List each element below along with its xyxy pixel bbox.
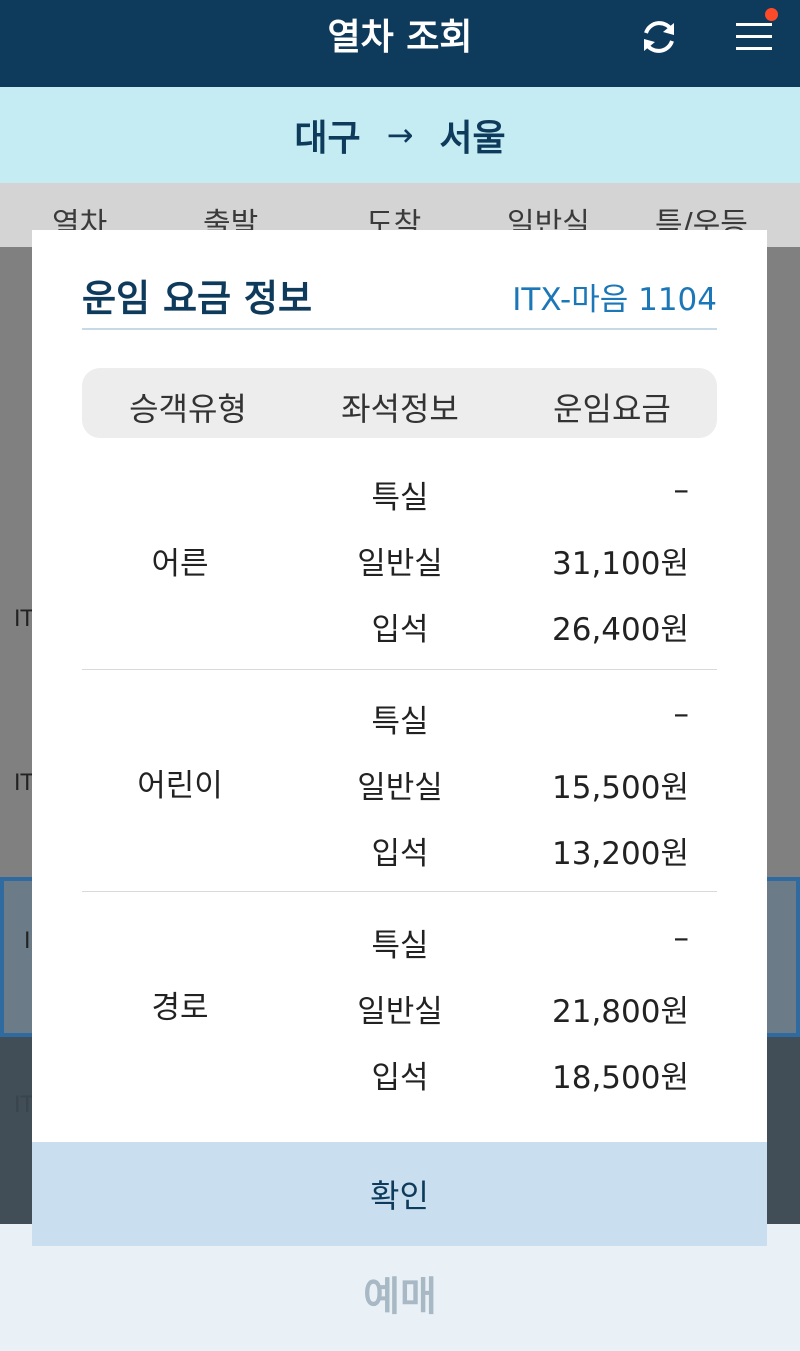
seat-class: 일반실: [357, 994, 443, 1030]
seat-class: 일반실: [357, 770, 443, 806]
confirm-button[interactable]: 확인: [32, 1142, 767, 1246]
divider: [82, 328, 717, 330]
fare-value: –: [673, 696, 690, 732]
refresh-icon[interactable]: [636, 14, 682, 60]
fare-value: –: [673, 472, 690, 508]
passenger-type: 어린이: [137, 768, 223, 804]
seat-class: 특실: [371, 480, 429, 516]
seat-class: 입석: [371, 612, 429, 648]
fare-table-header: 승객유형 좌석정보 운임요금: [82, 368, 717, 438]
route-to: 서울: [439, 118, 506, 159]
seat-class: 입석: [371, 1060, 429, 1096]
seat-class: 입석: [371, 836, 429, 872]
train-name: IT: [14, 607, 34, 632]
passenger-type: 어른: [151, 546, 209, 582]
fare-value: 31,100원: [552, 546, 689, 582]
notification-dot: [765, 8, 778, 21]
fare-value: 21,800원: [552, 994, 689, 1030]
passenger-type: 경로: [151, 990, 209, 1026]
fare-value: 15,500원: [552, 770, 689, 806]
app-header: 열차 조회: [0, 0, 800, 87]
fare-value: 18,500원: [552, 1060, 689, 1096]
arrow-right-icon: →: [386, 116, 414, 154]
train-name: IT: [14, 1093, 34, 1118]
seat-class: 특실: [371, 928, 429, 964]
route-bar: 대구 → 서울: [0, 87, 800, 183]
fare-group-child: 어린이 특실 – 일반실 15,500원 입석 13,200원: [82, 670, 717, 892]
fare-group-adult: 어른 특실 – 일반실 31,100원 입석 26,400원: [82, 448, 717, 670]
route-from: 대구: [294, 118, 361, 159]
train-name: I: [24, 929, 31, 954]
fare-value: –: [673, 920, 690, 956]
book-button[interactable]: 예매: [0, 1264, 800, 1322]
fare-group-senior: 경로 특실 – 일반실 21,800원 입석 18,500원: [82, 892, 717, 1114]
fare-value: 13,200원: [552, 836, 689, 872]
header-fare: 운임요금: [553, 390, 671, 428]
seat-class: 특실: [371, 704, 429, 740]
fare-value: 26,400원: [552, 612, 689, 648]
header-passenger-type: 승객유형: [129, 390, 247, 428]
header-seat-info: 좌석정보: [341, 390, 459, 428]
train-name: IT: [14, 771, 34, 796]
fare-info-modal: 운임 요금 정보 ITX-마음 1104 승객유형 좌석정보 운임요금 어른 특…: [32, 230, 767, 1246]
train-name-label: ITX-마음 1104: [512, 282, 717, 318]
seat-class: 일반실: [357, 546, 443, 582]
modal-title: 운임 요금 정보: [82, 277, 313, 320]
route: 대구 → 서울: [0, 87, 800, 183]
